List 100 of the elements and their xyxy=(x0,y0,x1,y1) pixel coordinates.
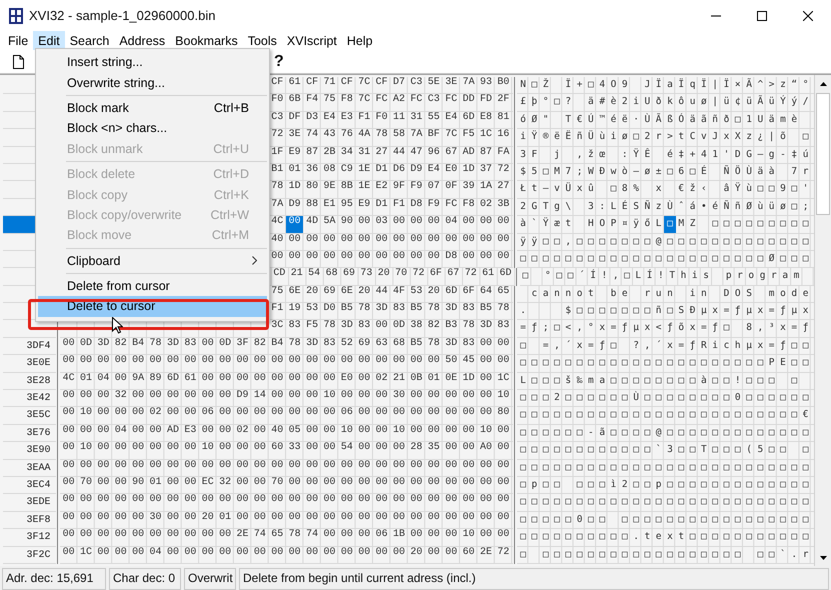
hex-cell-text: 68 xyxy=(324,268,339,282)
hex-cell-text: 00 xyxy=(218,407,232,420)
hex-cell-text: D0 xyxy=(322,303,336,316)
hex-cell-text: 00 xyxy=(114,372,128,386)
new-file-button[interactable] xyxy=(10,52,26,70)
hex-cell-text: B5 xyxy=(340,303,354,316)
hex-cell-text: 00 xyxy=(305,372,320,386)
hex-cell-text: 4F xyxy=(392,286,406,299)
hex-cell-text: 10 xyxy=(78,442,93,456)
hex-cell-text: 00 xyxy=(392,216,406,230)
hex-cell-text: CF xyxy=(270,77,284,90)
hex-cell-text: 04 xyxy=(96,372,110,386)
hex-cell-text: 00 xyxy=(462,512,476,525)
hex-cell-text: 69 xyxy=(357,338,372,351)
hex-cell-text: 00 xyxy=(183,390,198,404)
hex-cell-text: 00 xyxy=(270,546,284,560)
hex-cell-text: 00 xyxy=(288,546,302,560)
menu-entry[interactable]: Overwrite string... xyxy=(38,72,267,93)
hex-cell-text: 00 xyxy=(252,407,267,420)
hex-cell-text: 28 xyxy=(409,442,424,456)
hex-cell-text: 10 xyxy=(340,424,354,438)
hex-cell-text: 00 xyxy=(236,442,250,456)
hex-cell-text: 20 xyxy=(357,286,372,299)
hex-cell-text: 00 xyxy=(340,512,354,525)
hex-cell-text: F9 xyxy=(426,198,441,212)
hex-cell-text: 00 xyxy=(357,494,372,508)
hex-cell-text: 00 xyxy=(322,424,336,438)
hex-cell-text: 00 xyxy=(114,460,128,473)
hex-cell-text: DF xyxy=(288,112,302,125)
menu-item[interactable]: Search xyxy=(64,31,114,50)
menu-item[interactable]: Tools xyxy=(242,31,282,50)
menu-item[interactable]: Edit xyxy=(33,31,65,50)
hex-cell-text: 6D xyxy=(444,286,458,299)
hex-cell-text: 00 xyxy=(183,460,198,473)
hex-cell-text: 80 xyxy=(305,181,320,194)
hex-cell-text: B4 xyxy=(270,338,284,351)
hex-cell-text: A0 xyxy=(478,442,493,456)
menu-entry[interactable]: Delete from cursor xyxy=(38,276,267,296)
hex-cell-text: 00 xyxy=(114,512,128,525)
hex-cell-text: 00 xyxy=(409,476,424,490)
menu-item[interactable]: File xyxy=(3,31,34,50)
hex-cell-text: 00 xyxy=(96,512,110,525)
char-text: □□□□□0□□ □□□□□□□□□□□□□□□□□ xyxy=(520,514,814,525)
hex-cell-text: 6F xyxy=(428,268,443,282)
hex-cell-text: DD xyxy=(462,94,476,108)
menu-item[interactable]: Help xyxy=(342,31,378,50)
hex-cell-text: 0D xyxy=(218,338,232,351)
hex-cell-text: 01 xyxy=(78,372,93,386)
hex-cell-text: 10 xyxy=(200,442,215,456)
hex-cell-text: 00 xyxy=(62,338,76,351)
scrollbar-thumb[interactable] xyxy=(816,93,830,215)
hex-cell-text: 00 xyxy=(218,460,232,473)
hex-cell-text: E3 xyxy=(183,424,198,438)
hex-cell-text: 00 xyxy=(392,234,406,247)
hex-cell-text: E4 xyxy=(444,112,458,125)
hex-cell-text: D9 xyxy=(236,390,250,404)
hex-cell-text: 00 xyxy=(426,234,441,247)
hex-cell-text: 04 xyxy=(114,424,128,438)
hex-cell-text: 72 xyxy=(496,546,510,560)
menu-item[interactable]: Address xyxy=(114,31,170,50)
menu-item[interactable]: XVIscript xyxy=(282,31,342,50)
hex-cell-text: 00 xyxy=(496,494,510,508)
menu-entry[interactable]: Block mark Ctrl+B xyxy=(38,98,267,118)
hex-cell-text: 00 xyxy=(392,442,406,456)
address-cell: 3F2C xyxy=(3,546,56,564)
hex-cell-text: 0D xyxy=(78,338,93,351)
hex-cell-text: 82 xyxy=(426,320,441,334)
menu-item[interactable]: Bookmarks xyxy=(170,31,243,50)
hex-cell-text: 00 xyxy=(62,476,76,490)
hex-cell-text: F5 xyxy=(305,320,320,334)
chevron-right-icon xyxy=(252,256,257,266)
menu-entry[interactable]: Clipboard xyxy=(38,250,267,271)
status-pane: Delete from begin until current adress (incl.) xyxy=(239,568,829,590)
hex-cell-text: 00 xyxy=(288,460,302,473)
hex-cell-text: 20 xyxy=(376,268,391,282)
menu-entry[interactable]: Block <n> chars... xyxy=(38,118,267,139)
hex-cell-text: 72 xyxy=(270,129,284,142)
hex-cell-text: 00 xyxy=(426,250,441,264)
hex-cell-text: D9 xyxy=(409,164,424,177)
menu-entry[interactable]: Insert string... xyxy=(38,52,267,72)
hex-cell-text: 00 xyxy=(426,546,441,560)
hex-cell-text: 00 xyxy=(288,372,302,386)
hex-cell-text: 00 xyxy=(357,476,372,490)
hex-cell-text: 00 xyxy=(200,494,215,508)
hex-cell-text: 11 xyxy=(392,112,406,125)
hex-cell-text: 00 xyxy=(148,424,163,438)
hex-cell-text: 00 xyxy=(78,494,93,508)
hex-cell-text: 00 xyxy=(409,529,424,542)
hex-cell-text: 00 xyxy=(166,494,180,508)
char-text: □□□□□□□□□□□□□□□□□□□□□□PE□□ xyxy=(520,357,814,368)
window-title: XVI32 - sample-1_02960000.bin xyxy=(29,8,216,23)
hex-cell-text: 74 xyxy=(252,529,267,542)
hex-cell-text: 00 xyxy=(288,390,302,404)
address-cell: 3EAA xyxy=(3,460,56,477)
hex-cell-text: 44 xyxy=(374,286,389,299)
hex-cell-text: 00 xyxy=(148,529,163,542)
hex-cell-text: 53 xyxy=(409,286,424,299)
address-cell: 3EDE xyxy=(3,494,56,512)
char-text: =ƒ;□<,°x=ƒµx<ƒõx=ƒ□ 8‚³x=ƒ xyxy=(520,322,814,334)
hex-cell-text: 00 xyxy=(131,529,146,542)
